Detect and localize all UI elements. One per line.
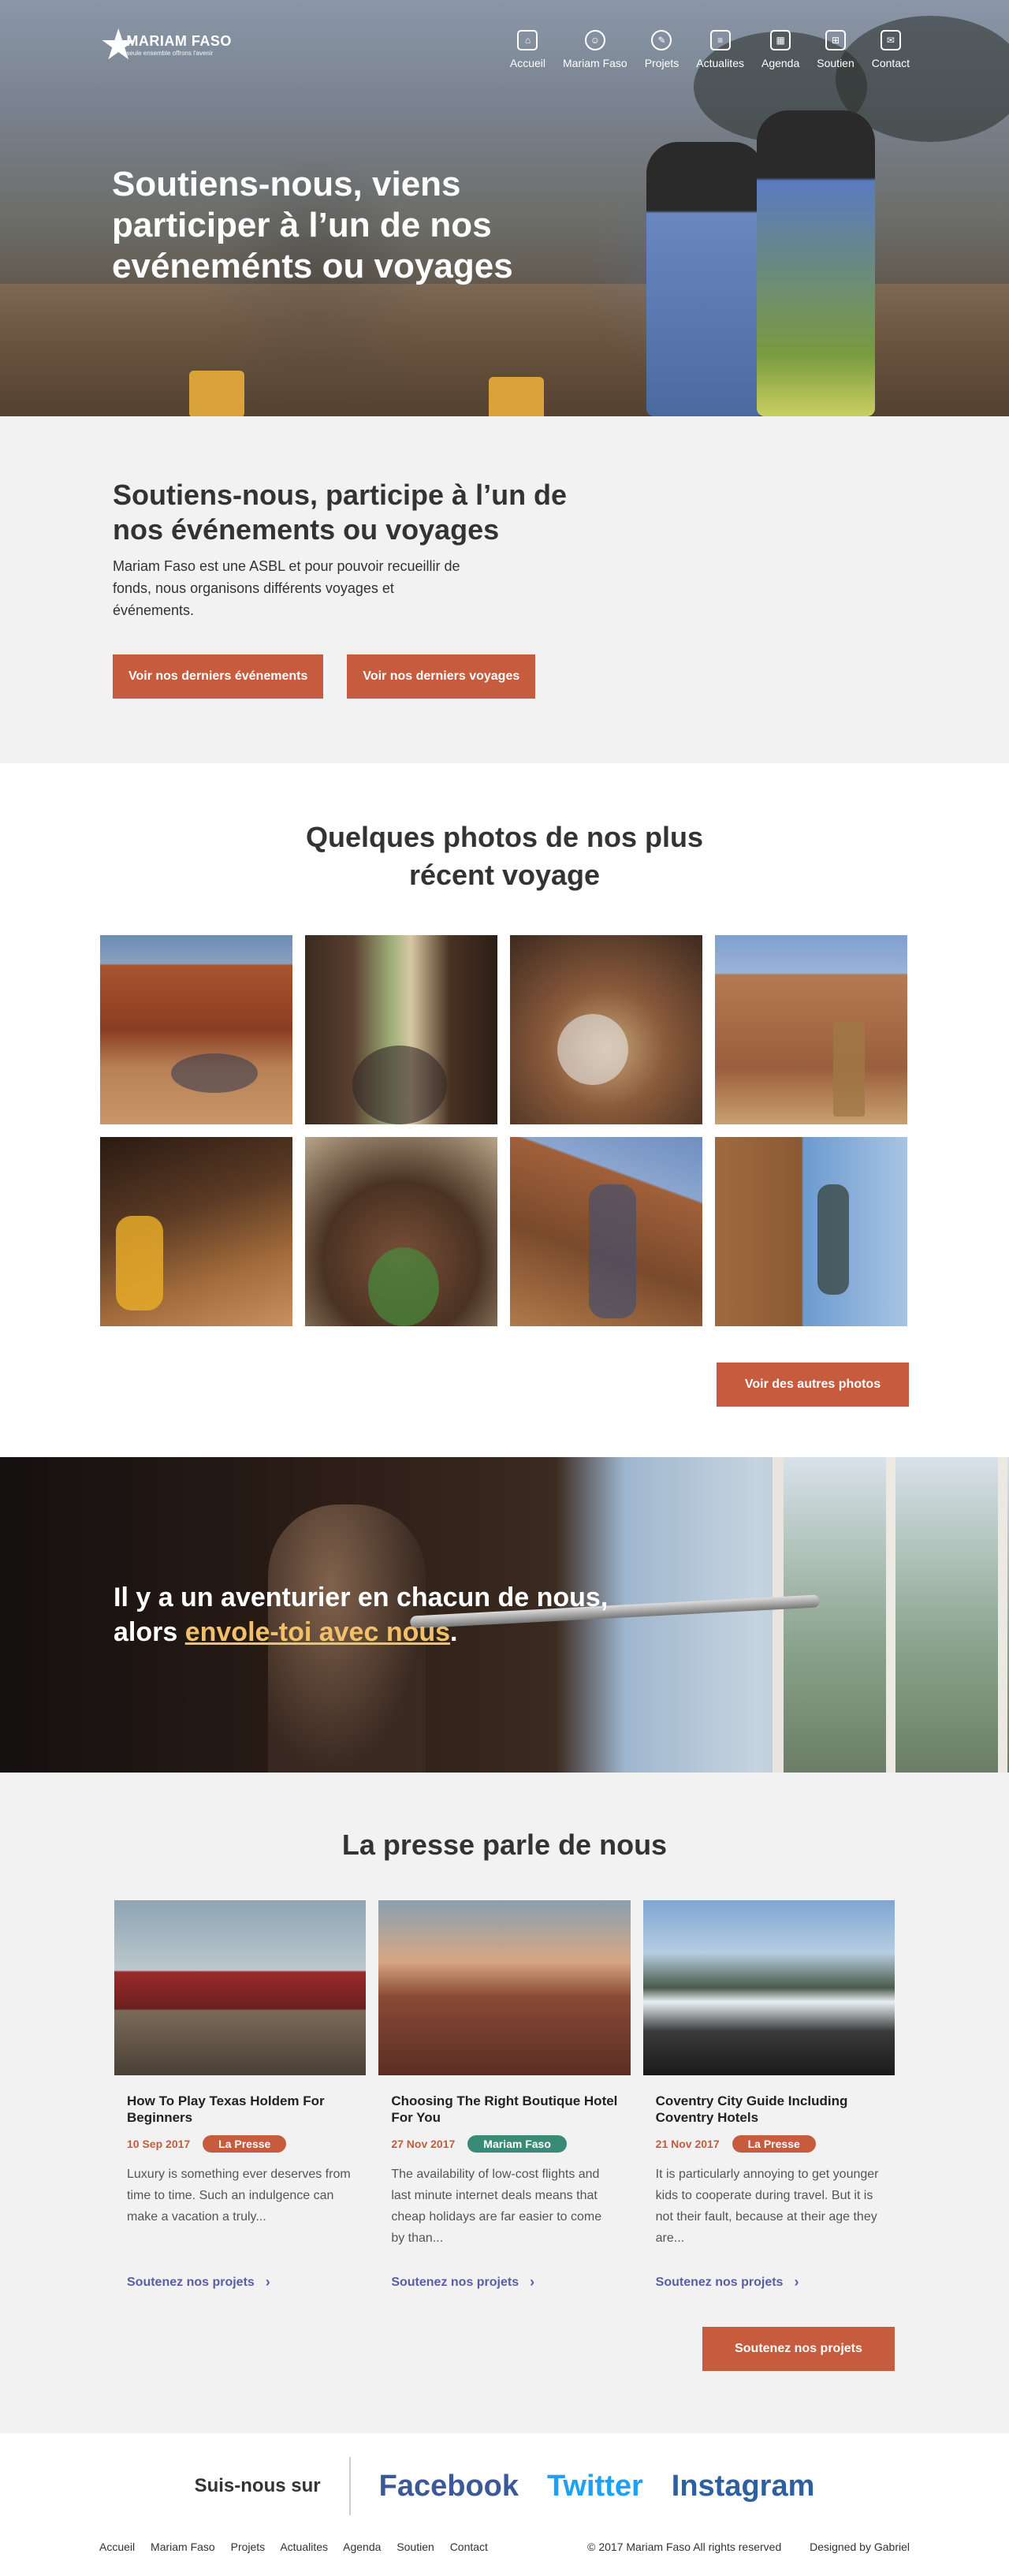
card-image[interactable] [642,1900,895,2075]
nav-label: Accueil [509,57,546,69]
press-card: Coventry City Guide Including Coventry H… [642,1900,895,2291]
more-photos-button[interactable]: Voir des autres photos [717,1363,909,1407]
card-link-label: Soutenez nos projets [391,2275,519,2289]
nav-item-accueil[interactable]: ⌂ Accueil [510,30,545,69]
footer-link-contact[interactable]: Contact [450,2541,488,2553]
home-icon: ⌂ [517,30,538,50]
footer-link-actualites[interactable]: Actualites [280,2541,328,2553]
chevron-right-icon: › [794,2274,799,2290]
card-link-label: Soutenez nos projets [127,2275,255,2289]
designer-credit: Designed by Gabriel [810,2541,910,2553]
intro-text: Mariam Faso est une ASBL et pour pouvoir… [113,558,460,618]
card-badge[interactable]: La Presse [732,2135,816,2153]
calendar-icon: ▦ [770,30,791,50]
nav-label: Soutien [817,57,854,69]
footer: Suis-nous sur Facebook Twitter Instagram… [0,2433,1009,2576]
person-figure [646,142,765,416]
card-link[interactable]: Soutenez nos projets › [656,2274,882,2291]
person-figure [757,110,875,416]
facebook-link[interactable]: Facebook [379,2470,519,2503]
footer-link-projets[interactable]: Projets [231,2541,266,2553]
card-link[interactable]: Soutenez nos projets › [127,2274,353,2291]
chevron-right-icon: › [265,2274,270,2290]
quote-link[interactable]: envole-toi avec nous [185,1617,450,1647]
press-title: La presse parle de nous [341,1829,668,1861]
card-image[interactable] [378,1900,631,2075]
document-icon: ≡ [709,30,731,50]
brand-tagline: seule ensemble offrons l'avenir [126,50,214,57]
intro-section: Soutiens-nous, participe à l’un de nos é… [0,416,1009,763]
gallery-photo[interactable] [305,935,497,1124]
gallery-photo[interactable] [100,1137,292,1326]
nav-item-actualites[interactable]: ≡ Actualites [696,30,744,69]
social-links: Suis-nous sur Facebook Twitter Instagram [0,2433,1009,2515]
footer-link-mariam-faso[interactable]: Mariam Faso [151,2541,215,2553]
jerrycan-decoration [189,371,244,416]
gallery-photo[interactable] [510,1137,702,1326]
twitter-link[interactable]: Twitter [547,2470,643,2503]
photos-title: Quelques photos de nos plus récent voyag… [305,821,704,891]
nav-item-projets[interactable]: ✎ Projets [645,30,679,69]
nav-item-agenda[interactable]: ▦ Agenda [761,30,799,69]
press-card: Choosing The Right Boutique Hotel For Yo… [378,1900,631,2291]
window-decoration [773,1457,1009,1773]
brand-name: MARIAM FASO [126,33,232,49]
card-image[interactable] [114,1900,367,2075]
nav-label: Contact [871,57,910,69]
jerrycan-decoration [489,377,544,416]
card-link-label: Soutenez nos projets [655,2275,784,2289]
banner-quote: Il y a un aventurier en chacun de nous, … [114,1580,665,1650]
press-section: La presse parle de nous How To Play Texa… [0,1773,1009,2433]
hero-section: ★ MARIAM FASO seule ensemble offrons l'a… [0,0,1009,416]
photos-section: Quelques photos de nos plus récent voyag… [0,763,1009,1457]
card-date: 10 Sep 2017 [127,2138,191,2150]
nav-label: Actualites [696,57,744,69]
press-card: How To Play Texas Holdem For Beginners 1… [114,1900,367,2291]
pen-icon: ✎ [651,30,672,50]
footer-link-accueil[interactable]: Accueil [99,2541,135,2553]
card-date: 27 Nov 2017 [391,2138,456,2150]
instagram-link[interactable]: Instagram [672,2470,815,2503]
nav-item-contact[interactable]: ✉ Contact [872,30,910,69]
card-excerpt: The availability of low-cost flights and… [391,2168,602,2245]
quote-banner: Il y a un aventurier en chacun de nous, … [0,1457,1009,1773]
nav-label: Mariam Faso [563,57,627,69]
footer-link-agenda[interactable]: Agenda [343,2541,381,2553]
support-projects-button[interactable]: Soutenez nos projets [702,2327,895,2371]
gallery-photo[interactable] [715,1137,907,1326]
quote-end: . [450,1617,458,1647]
photo-grid [100,935,909,1326]
events-button[interactable]: Voir nos derniers événements [113,654,324,699]
card-title[interactable]: Coventry City Guide Including Coventry H… [656,2093,882,2126]
chevron-right-icon: › [530,2274,535,2290]
card-badge[interactable]: Mariam Faso [467,2135,567,2153]
gallery-photo[interactable] [715,935,907,1124]
intro-title: Soutiens-nous, participe à l’un de nos é… [113,479,568,546]
gallery-photo[interactable] [100,935,292,1124]
smiley-icon: ☺ [584,30,605,50]
card-link[interactable]: Soutenez nos projets › [391,2274,617,2291]
card-badge[interactable]: La Presse [203,2135,287,2153]
hero-title: Soutiens-nous, viens participer à l’un d… [112,165,513,285]
card-title[interactable]: Choosing The Right Boutique Hotel For Yo… [391,2093,617,2126]
follow-label: Suis-nous sur [195,2457,351,2515]
nav-label: Agenda [761,57,800,69]
main-nav: ⌂ Accueil ☺ Mariam Faso ✎ Projets ≡ Actu… [493,30,910,69]
nav-item-mariam-faso[interactable]: ☺ Mariam Faso [563,30,627,69]
footer-link-soutien[interactable]: Soutien [397,2541,434,2553]
brand-logo[interactable]: ★ MARIAM FASO seule ensemble offrons l'a… [99,24,232,66]
footer-nav: Accueil Mariam Faso Projets Actualites A… [99,2541,501,2553]
envelope-icon: ✉ [880,30,901,50]
card-excerpt: It is particularly annoying to get young… [655,2168,879,2245]
card-title[interactable]: How To Play Texas Holdem For Beginners [127,2093,353,2126]
trips-button[interactable]: Voir nos derniers voyages [347,654,536,699]
gallery-photo[interactable] [305,1137,497,1326]
card-date: 21 Nov 2017 [655,2138,720,2150]
card-excerpt: Luxury is something ever deserves from t… [127,2168,351,2224]
gallery-photo[interactable] [510,935,702,1124]
nav-label: Projets [644,57,679,69]
gift-icon: ⊞ [825,30,846,50]
nav-item-soutien[interactable]: ⊞ Soutien [817,30,854,69]
copyright: © 2017 Mariam Faso All rights reserved [587,2541,782,2553]
